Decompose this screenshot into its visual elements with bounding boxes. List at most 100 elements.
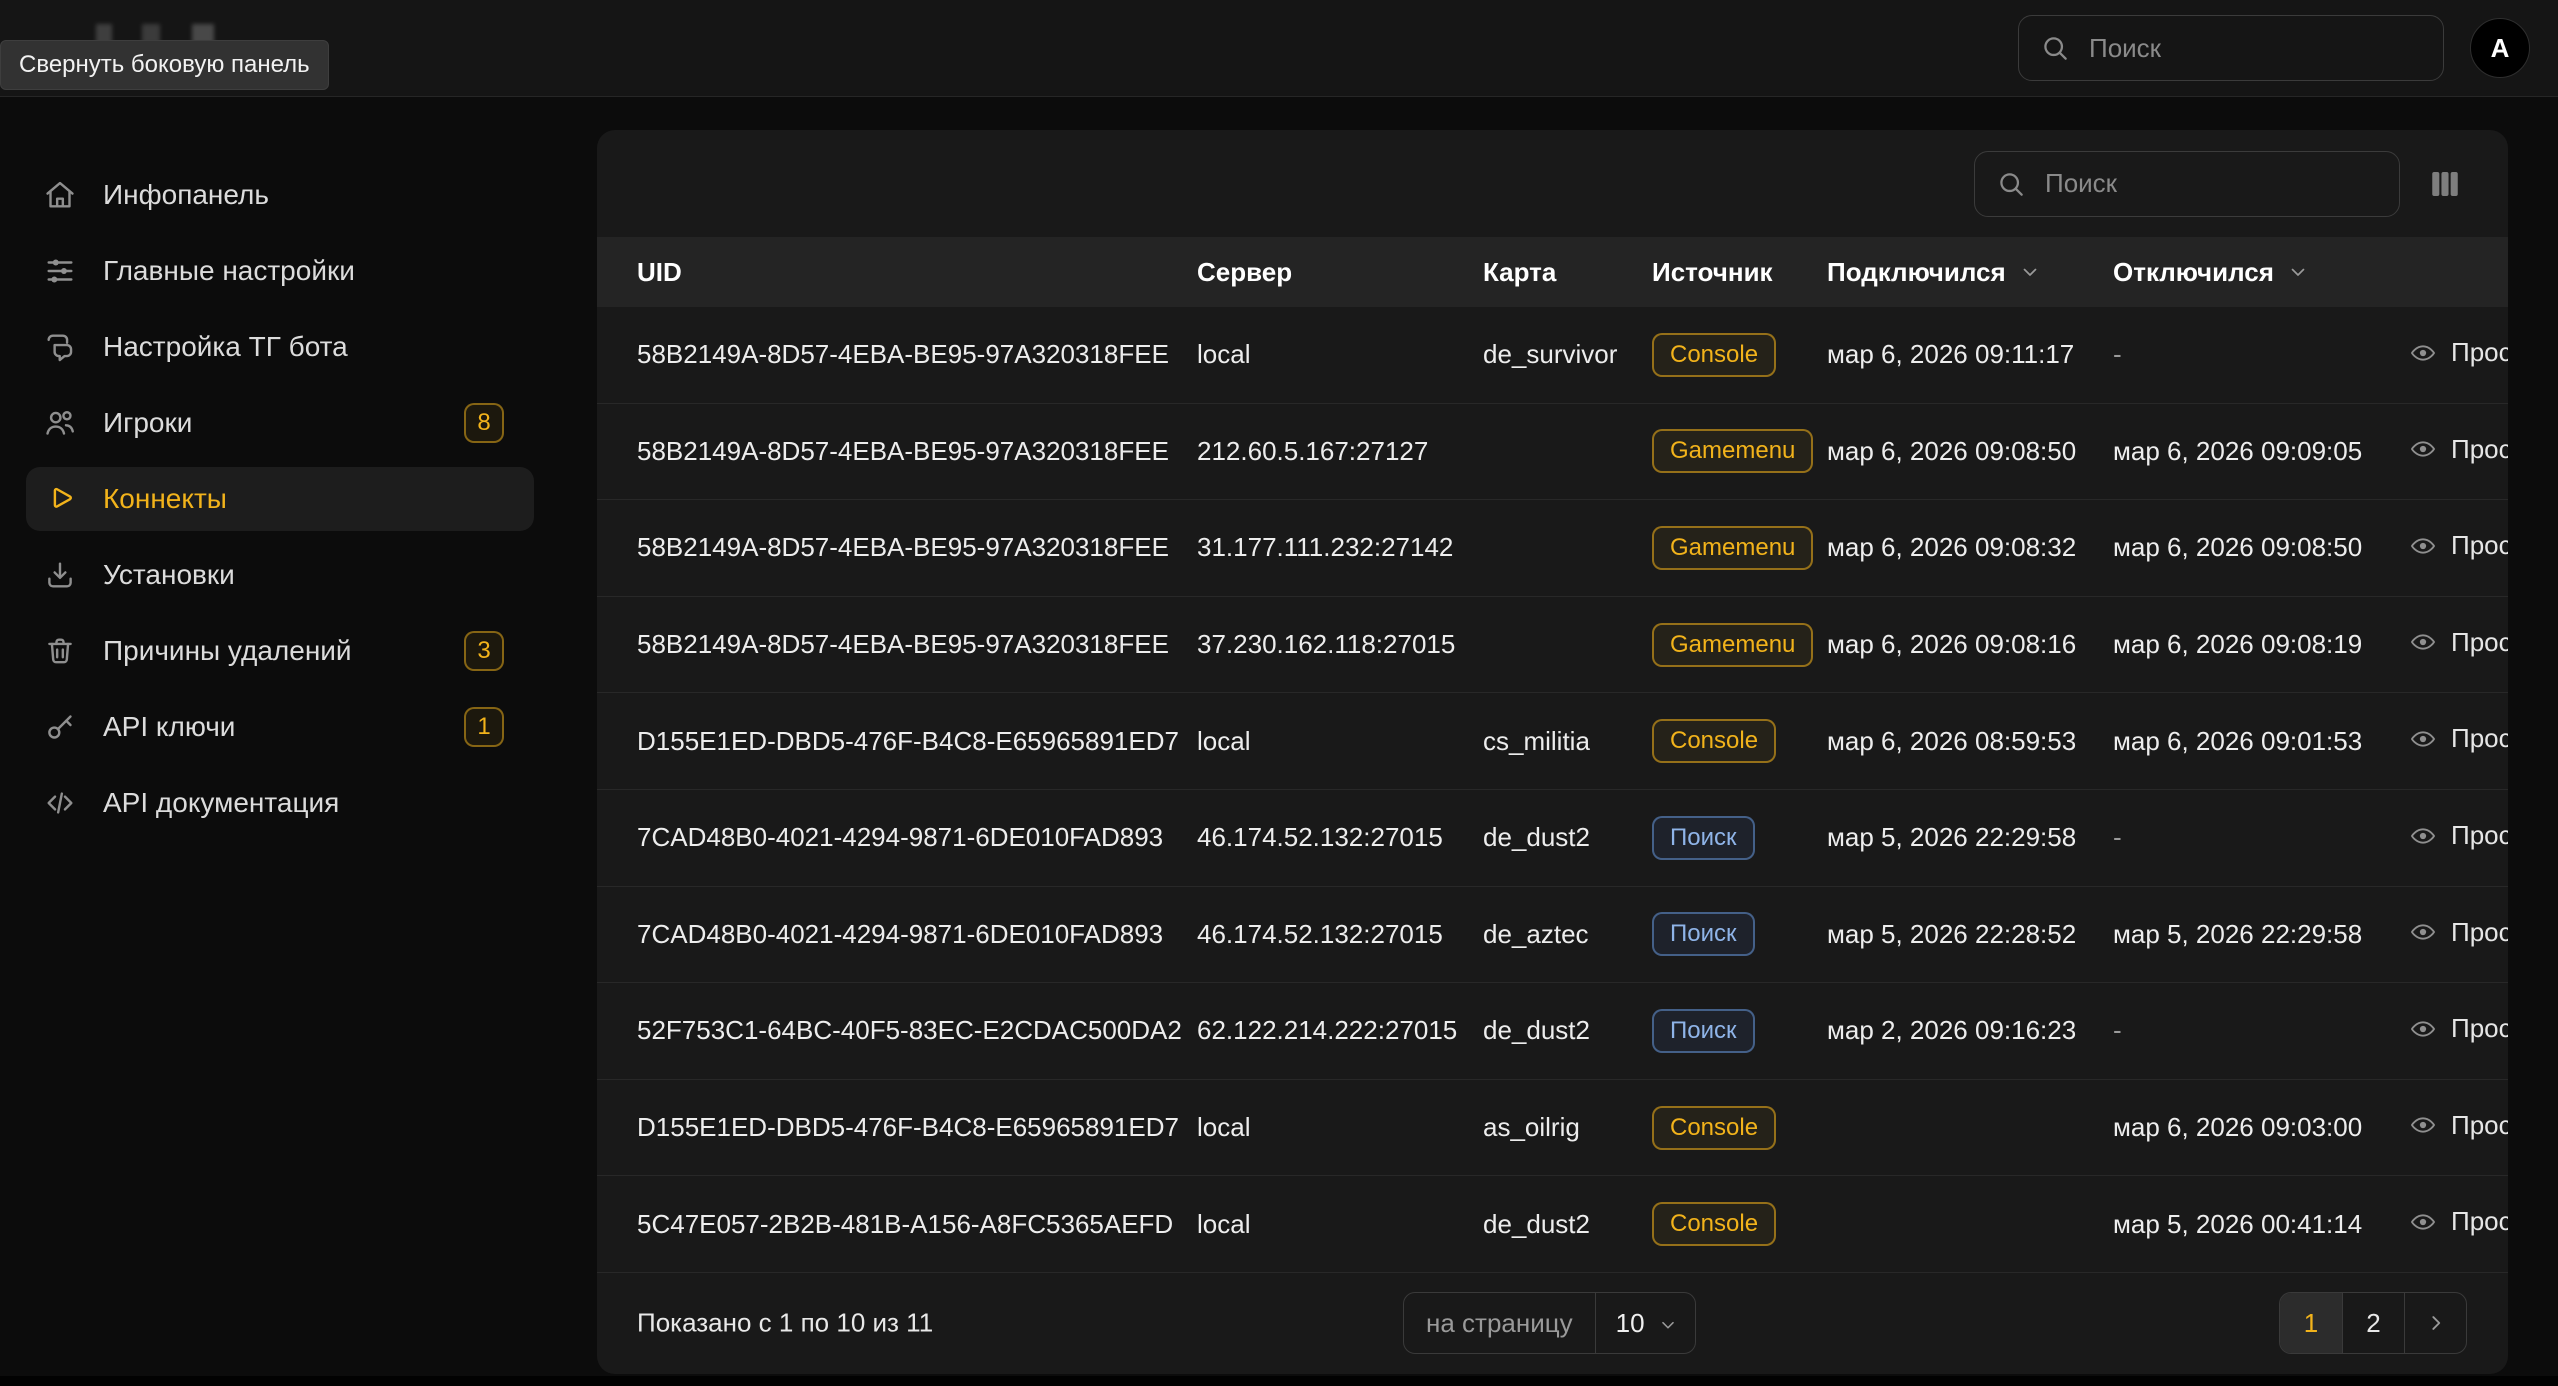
view-button[interactable]: Просмотр	[2407, 1013, 2508, 1044]
cell-disconnected: мар 6, 2026 09:08:50	[2113, 532, 2407, 563]
sidebar-badge: 1	[464, 707, 504, 747]
sidebar-item-1[interactable]: Главные настройки	[26, 239, 534, 303]
chevron-down-icon	[1657, 1312, 1679, 1334]
cell-source: Поиск	[1652, 816, 1827, 860]
cell-server: local	[1197, 726, 1483, 757]
avatar[interactable]: A	[2470, 18, 2530, 78]
column-header-UID: UID	[637, 257, 1197, 288]
per-page-label: на страницу	[1404, 1293, 1596, 1353]
view-button[interactable]: Просмотр	[2407, 820, 2508, 851]
cell-server: local	[1197, 1209, 1483, 1240]
trash-icon	[43, 634, 77, 668]
cell-actions: Просмотр	[2407, 917, 2508, 953]
view-button[interactable]: Просмотр	[2407, 337, 2508, 368]
sidebar-item-label: Настройка ТГ бота	[103, 331, 348, 363]
view-button-label: Просмотр	[2451, 1013, 2508, 1044]
sidebar-item-label: Установки	[103, 559, 235, 591]
table-row: D155E1ED-DBD5-476F-B4C8-E65965891ED7loca…	[597, 693, 2508, 790]
cell-uid: D155E1ED-DBD5-476F-B4C8-E65965891ED7	[637, 726, 1197, 757]
source-badge: Gamemenu	[1652, 623, 1813, 667]
cell-connected: мар 6, 2026 09:08:32	[1827, 532, 2113, 563]
connects-table-card: UIDСерверКартаИсточникПодключилсяОтключи…	[597, 130, 2508, 1374]
eye-icon	[2407, 629, 2439, 655]
per-page-select[interactable]: на страницу 10	[1403, 1292, 1696, 1354]
cell-disconnected: -	[2113, 339, 2407, 370]
sidebar-item-label: API ключи	[103, 711, 235, 743]
sidebar-badge: 8	[464, 403, 504, 443]
next-page-button[interactable]	[2404, 1293, 2466, 1353]
source-badge: Поиск	[1652, 1009, 1755, 1053]
sidebar-item-0[interactable]: Инфопанель	[26, 163, 534, 227]
page-button-1[interactable]: 1	[2280, 1293, 2342, 1353]
sidebar-item-7[interactable]: API ключи 1	[26, 695, 534, 759]
column-header-Отключился[interactable]: Отключился	[2113, 257, 2407, 288]
cell-connected: мар 6, 2026 08:59:53	[1827, 726, 2113, 757]
sidebar-item-5[interactable]: Установки	[26, 543, 534, 607]
table-body: 58B2149A-8D57-4EBA-BE95-97A320318FEEloca…	[597, 307, 2508, 1273]
view-button-label: Просмотр	[2451, 820, 2508, 851]
cell-server: 46.174.52.132:27015	[1197, 822, 1483, 853]
cell-server: 62.122.214.222:27015	[1197, 1015, 1483, 1046]
cell-source: Console	[1652, 1202, 1827, 1246]
sidebar-item-label: Инфопанель	[103, 179, 269, 211]
cell-disconnected: мар 5, 2026 22:29:58	[2113, 919, 2407, 950]
table-row: 58B2149A-8D57-4EBA-BE95-97A320318FEEloca…	[597, 307, 2508, 404]
column-header-Подключился[interactable]: Подключился	[1827, 257, 2113, 288]
source-badge: Поиск	[1652, 816, 1755, 860]
columns-icon[interactable]	[2428, 167, 2462, 201]
eye-icon	[2407, 533, 2439, 559]
column-header-Источник: Источник	[1652, 257, 1827, 288]
cell-actions: Просмотр	[2407, 1013, 2508, 1049]
table-search[interactable]	[1974, 151, 2400, 217]
sidebar: Инфопанель Главные настройки Настройка ТГ …	[0, 98, 560, 1386]
cell-disconnected: мар 6, 2026 09:09:05	[2113, 436, 2407, 467]
sidebar-item-6[interactable]: Причины удалений3	[26, 619, 534, 683]
view-button-label: Просмотр	[2451, 1110, 2508, 1141]
table-footer: Показано с 1 по 10 из 11 на страницу 10 …	[597, 1273, 2508, 1374]
sidebar-item-8[interactable]: API документация	[26, 771, 534, 835]
table-row: 58B2149A-8D57-4EBA-BE95-97A320318FEE37.2…	[597, 597, 2508, 694]
cell-disconnected: мар 6, 2026 09:01:53	[2113, 726, 2407, 757]
eye-icon	[2407, 1112, 2439, 1138]
view-button[interactable]: Просмотр	[2407, 917, 2508, 948]
cell-disconnected: мар 5, 2026 00:41:14	[2113, 1209, 2407, 1240]
eye-icon	[2407, 726, 2439, 752]
eye-icon	[2407, 1209, 2439, 1235]
view-button[interactable]: Просмотр	[2407, 1110, 2508, 1141]
table-row: 5C47E057-2B2B-481B-A156-A8FC5365AEFDloca…	[597, 1176, 2508, 1273]
view-button[interactable]: Просмотр	[2407, 434, 2508, 465]
view-button[interactable]: Просмотр	[2407, 627, 2508, 658]
source-badge: Console	[1652, 333, 1776, 377]
sidebar-item-label: Главные настройки	[103, 255, 355, 287]
search-icon	[2039, 32, 2071, 64]
key-icon	[43, 710, 77, 744]
view-button[interactable]: Просмотр	[2407, 1206, 2508, 1237]
cell-source: Console	[1652, 1106, 1827, 1150]
table-search-input[interactable]	[2043, 167, 2379, 200]
view-button-label: Просмотр	[2451, 627, 2508, 658]
table-row: 52F753C1-64BC-40F5-83EC-E2CDAC500DA262.1…	[597, 983, 2508, 1080]
global-search-input[interactable]	[2087, 32, 2423, 65]
view-button[interactable]: Просмотр	[2407, 530, 2508, 561]
table-toolbar	[597, 130, 2508, 237]
pagination: 12	[2279, 1292, 2467, 1354]
sidebar-item-2[interactable]: Настройка ТГ бота	[26, 315, 534, 379]
table-row: 7CAD48B0-4021-4294-9871-6DE010FAD89346.1…	[597, 887, 2508, 984]
cell-connected: мар 6, 2026 09:08:16	[1827, 629, 2113, 660]
view-button-label: Просмотр	[2451, 434, 2508, 465]
sidebar-item-3[interactable]: Игроки8	[26, 391, 534, 455]
cell-uid: 7CAD48B0-4021-4294-9871-6DE010FAD893	[637, 919, 1197, 950]
table-row: 58B2149A-8D57-4EBA-BE95-97A320318FEE31.1…	[597, 500, 2508, 597]
view-button[interactable]: Просмотр	[2407, 723, 2508, 754]
global-search[interactable]	[2018, 15, 2444, 81]
cell-source: Gamemenu	[1652, 429, 1827, 473]
page-button-2[interactable]: 2	[2342, 1293, 2404, 1353]
search-icon	[1995, 168, 2027, 200]
cell-actions: Просмотр	[2407, 434, 2508, 470]
cell-connected: мар 2, 2026 09:16:23	[1827, 1015, 2113, 1046]
cell-uid: 7CAD48B0-4021-4294-9871-6DE010FAD893	[637, 822, 1197, 853]
cell-source: Console	[1652, 719, 1827, 763]
sidebar-badge: 3	[464, 631, 504, 671]
sidebar-item-4[interactable]: Коннекты	[26, 467, 534, 531]
main-content: UIDСерверКартаИсточникПодключилсяОтключи…	[560, 98, 2558, 1386]
